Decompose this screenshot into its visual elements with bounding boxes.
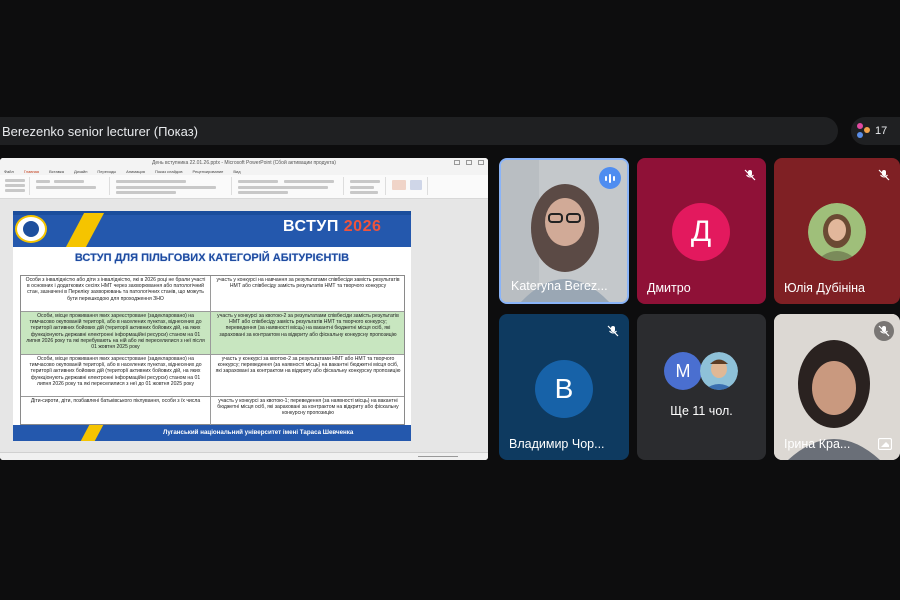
banner-word: ВСТУП xyxy=(283,218,339,235)
speaking-indicator xyxy=(599,167,621,189)
participant-tile[interactable]: Ірина Кра... xyxy=(774,314,900,460)
screen-share[interactable]: День вступника 22.01.26.pptx - Microsoft… xyxy=(0,158,488,460)
table-cell: участь у конкурсі за квотою-1; переведен… xyxy=(217,398,399,417)
slide: ВСТУП 2026 ВСТУП ДЛЯ ПІЛЬГОВИХ КАТЕГОРІЙ… xyxy=(13,211,411,441)
maximize-icon xyxy=(466,160,472,165)
ribbon-tabs: Файл Главная Вставка Дизайн Переходы Ани… xyxy=(0,168,488,175)
mic-muted-icon xyxy=(603,321,623,341)
ribbon-tab[interactable]: Дизайн xyxy=(74,169,87,174)
banner-year: 2026 xyxy=(343,218,382,235)
presenter-bar: Berezenko senior lecturer (Показ) xyxy=(0,117,838,145)
ribbon-tab[interactable]: Анимация xyxy=(126,169,145,174)
minimize-icon xyxy=(454,160,460,165)
mic-muted-icon xyxy=(874,321,894,341)
participant-tile[interactable]: Kateryna Berez... xyxy=(499,158,629,304)
table-cell: Особи з інвалідністю або діти з інвалідн… xyxy=(21,276,211,311)
table-cell: Діти-сироти, діти, позбавлені батьківськ… xyxy=(21,397,211,425)
window-title: День вступника 22.01.26.pptx - Microsoft… xyxy=(152,160,336,166)
ribbon-tab[interactable]: Файл xyxy=(4,169,14,174)
participant-count: 17 xyxy=(875,125,888,137)
participant-tile[interactable]: Юлія Дубініна xyxy=(774,158,900,304)
university-logo xyxy=(15,215,47,243)
presenter-title: Berezenko senior lecturer (Показ) xyxy=(2,123,198,139)
avatar: М xyxy=(664,352,702,390)
powerpoint-titlebar: День вступника 22.01.26.pptx - Microsoft… xyxy=(0,158,488,168)
close-icon xyxy=(478,160,484,165)
ribbon-tab[interactable]: Вставка xyxy=(49,169,64,174)
ribbon-tab[interactable]: Рецензирование xyxy=(193,169,224,174)
ribbon-tab[interactable]: Показ слайдов xyxy=(155,169,183,174)
zoom-slider[interactable] xyxy=(418,456,458,457)
footer-text: Луганський національний університет імен… xyxy=(163,429,354,436)
ribbon-toolbar xyxy=(0,175,488,199)
participant-name: Дмитро xyxy=(647,281,691,295)
participant-name: Владимир Чор... xyxy=(509,437,605,451)
participant-name: Kateryna Berez... xyxy=(511,279,608,293)
table-cell: Особи, місце проживання яких зареєстрова… xyxy=(21,312,211,354)
people-icon xyxy=(857,123,871,139)
categories-table: Особи з інвалідністю або діти з інвалідн… xyxy=(20,275,405,425)
banner-heading: ВСТУП 2026 xyxy=(283,218,381,236)
participant-name: Юлія Дубініна xyxy=(784,281,865,295)
participant-tile[interactable]: Д Дмитро xyxy=(637,158,766,304)
avatar xyxy=(700,352,738,390)
meeting-window: Berezenko senior lecturer (Показ) 17 Ден… xyxy=(0,0,900,600)
ribbon-tab[interactable]: Главная xyxy=(24,169,39,174)
ribbon-tab[interactable]: Переходы xyxy=(97,169,116,174)
table-row: Особи з інвалідністю або діти з інвалідн… xyxy=(21,276,404,312)
participant-tile[interactable]: В Владимир Чор... xyxy=(499,314,629,460)
table-row: Особи, місце проживання яких зареєстрова… xyxy=(21,312,404,355)
avatar: В xyxy=(535,360,593,418)
ribbon-tab[interactable]: Вид xyxy=(233,169,240,174)
mic-muted-icon xyxy=(740,165,760,185)
avatar xyxy=(808,203,866,261)
slide-title: ВСТУП ДЛЯ ПІЛЬГОВИХ КАТЕГОРІЙ АБІТУРІЄНТ… xyxy=(74,252,350,264)
avatar: Д xyxy=(672,203,730,261)
status-bar xyxy=(0,452,488,460)
more-participants-tile[interactable]: М Ще 11 чол. xyxy=(637,314,766,460)
mic-muted-icon xyxy=(874,165,894,185)
participants-button[interactable]: 17 xyxy=(851,117,900,145)
screen-present-icon xyxy=(878,438,892,450)
table-row: Особи, місце проживання яких зареєстрова… xyxy=(21,355,404,397)
table-cell: участь у конкурсі за квотою-2 за результ… xyxy=(217,313,399,338)
table-cell: участь у конкурсі за квотою-2 за результ… xyxy=(215,356,401,375)
table-cell: Особи, місце проживання яких зареєстрова… xyxy=(21,355,211,396)
table-cell: участь у конкурсі на навчання за результ… xyxy=(216,277,400,290)
participant-name: Ірина Кра... xyxy=(784,437,851,451)
more-participants-label: Ще 11 чол. xyxy=(670,404,733,418)
table-row: Діти-сироти, діти, позбавлені батьківськ… xyxy=(21,397,404,425)
